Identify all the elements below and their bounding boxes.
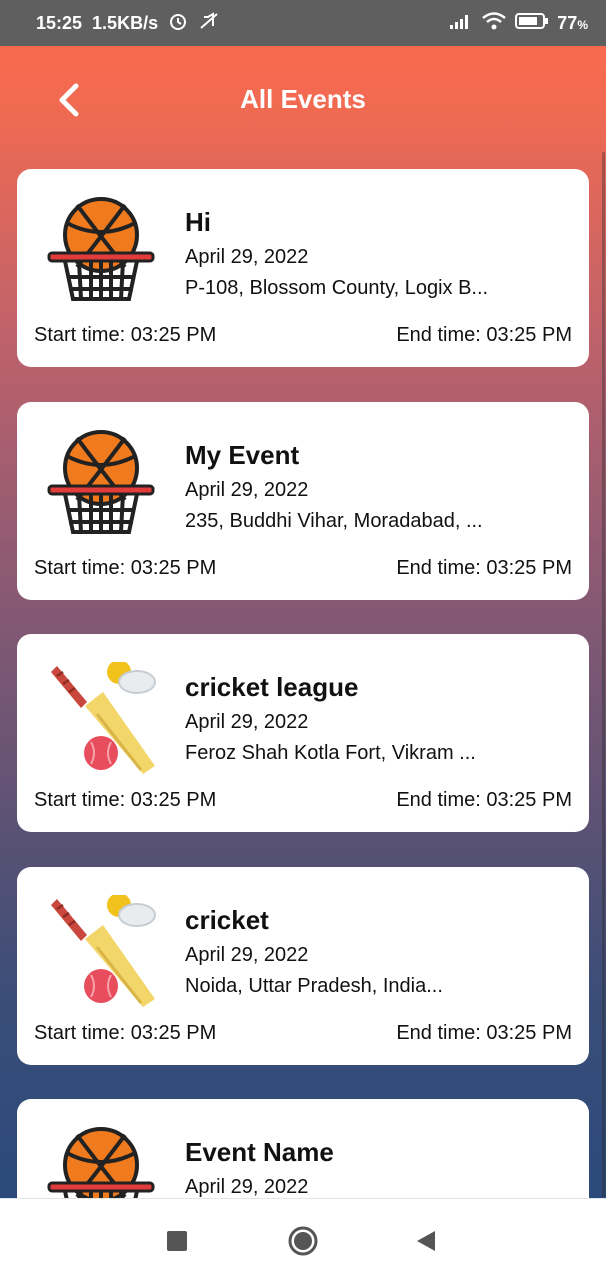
event-name: cricket league [185, 672, 359, 702]
page-title: All Events [240, 84, 366, 114]
recents-button[interactable] [157, 1221, 197, 1261]
event-name: Hi [185, 207, 211, 237]
system-nav-bar [0, 1198, 606, 1280]
event-date: April 29, 2022 [185, 711, 309, 733]
triangle-back-icon [417, 1231, 435, 1251]
cricket-icon [45, 660, 157, 774]
circle-icon [288, 1226, 318, 1256]
basketball-icon [45, 1127, 157, 1198]
event-start-time: Start time: 03:25 PM [34, 324, 217, 346]
back-nav-button[interactable] [406, 1221, 446, 1261]
scrollbar[interactable] [602, 152, 605, 1197]
event-name: Event Name [185, 1137, 334, 1167]
event-address: Feroz Shah Kotla Fort, Vikram ... [185, 742, 476, 764]
event-date: April 29, 2022 [185, 479, 309, 501]
event-start-time: Start time: 03:25 PM [34, 1022, 217, 1044]
event-date: April 29, 2022 [185, 246, 309, 268]
event-date: April 29, 2022 [185, 1176, 309, 1198]
event-card[interactable]: cricket league April 29, 2022 Feroz Shah… [17, 634, 589, 832]
event-start-time: Start time: 03:25 PM [34, 557, 217, 579]
app-header: All Events [0, 46, 606, 156]
event-card[interactable]: cricket April 29, 2022 Noida, Uttar Prad… [17, 867, 589, 1065]
event-list[interactable]: Hi April 29, 2022 P-108, Blossom County,… [0, 0, 606, 1198]
cricket-icon [45, 893, 157, 1007]
home-button[interactable] [283, 1221, 323, 1261]
event-address: P-108, Blossom County, Logix B... [185, 277, 489, 299]
event-name: cricket [185, 905, 269, 935]
event-date: April 29, 2022 [185, 944, 309, 966]
event-end-time: End time: 03:25 PM [396, 557, 572, 579]
event-card[interactable]: My Event April 29, 2022 235, Buddhi Viha… [17, 402, 589, 600]
event-end-time: End time: 03:25 PM [396, 1022, 572, 1044]
event-address: Noida, Uttar Pradesh, India... [185, 975, 443, 997]
event-card[interactable]: Event Name April 29, 2022 [17, 1099, 589, 1198]
event-end-time: End time: 03:25 PM [396, 324, 572, 346]
event-card[interactable]: Hi April 29, 2022 P-108, Blossom County,… [17, 169, 589, 367]
square-icon [167, 1231, 187, 1251]
event-end-time: End time: 03:25 PM [396, 789, 572, 811]
basketball-icon [45, 197, 157, 309]
basketball-icon [45, 430, 157, 542]
event-name: My Event [185, 440, 300, 470]
event-address: 235, Buddhi Vihar, Moradabad, ... [185, 510, 483, 532]
event-start-time: Start time: 03:25 PM [34, 789, 217, 811]
